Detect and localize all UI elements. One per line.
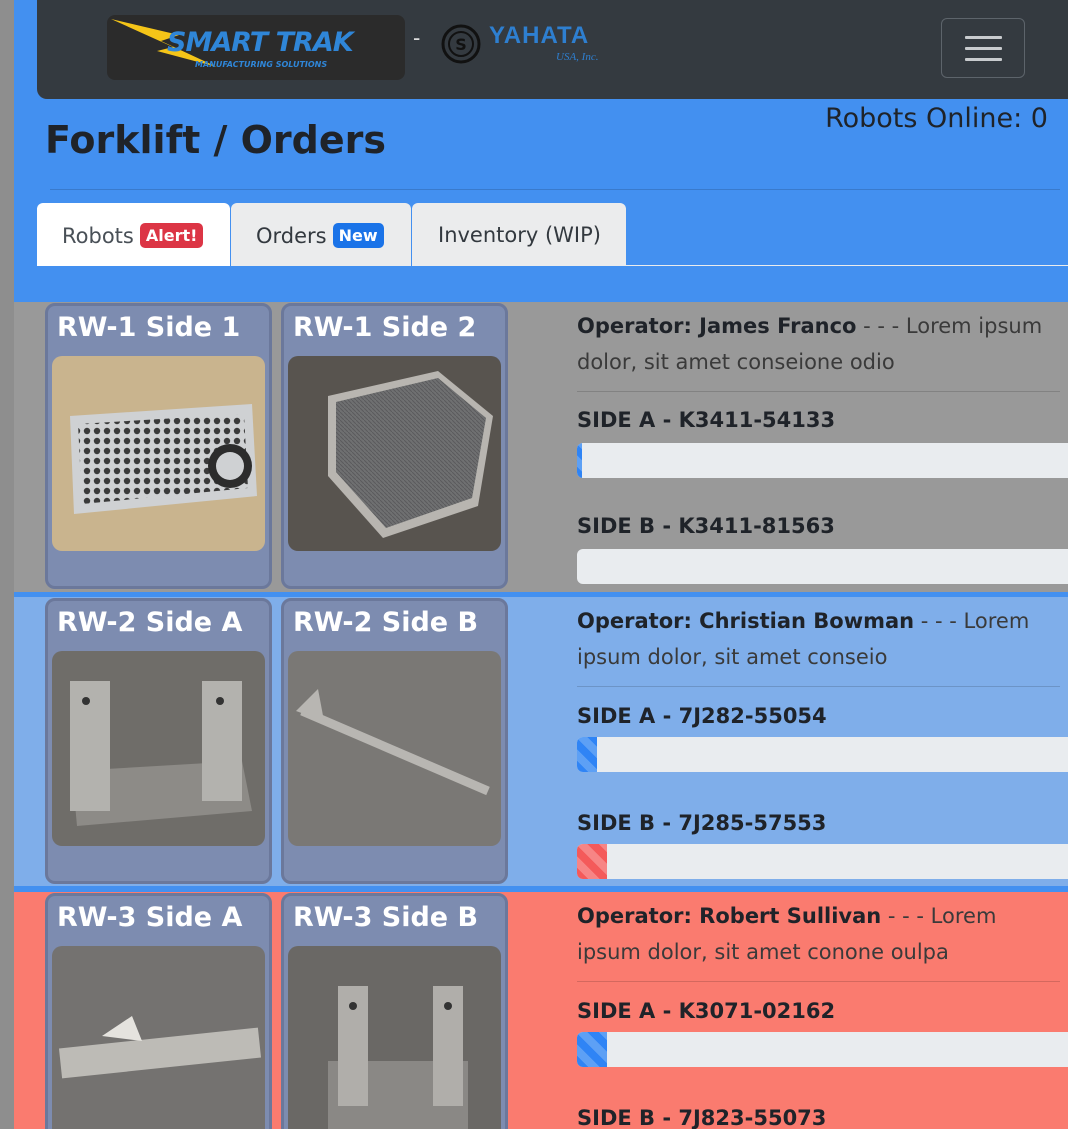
side-b-progress-bar — [577, 844, 1068, 879]
side-b-label: SIDE B - 7J285-57553 — [577, 811, 827, 835]
operator-label: Operator: Christian Bowman — [577, 609, 915, 633]
side-b-label: SIDE B - K3411-81563 — [577, 514, 835, 538]
side-a-progress-bar — [577, 443, 1068, 478]
robot-card[interactable]: RW-1 Side 2 — [281, 303, 508, 589]
progress-fill — [577, 443, 582, 478]
hamburger-icon — [965, 36, 1002, 39]
robot-card[interactable]: RW-3 Side A — [45, 893, 272, 1129]
yahata-logo-subtext: USA, Inc. — [556, 51, 599, 63]
navbar: SMART TRAK MANUFACTURING SOLUTIONS - S Y… — [37, 0, 1068, 99]
page: SMART TRAK MANUFACTURING SOLUTIONS - S Y… — [14, 0, 1068, 1129]
tab-robots[interactable]: Robots Alert! — [37, 203, 230, 266]
divider — [577, 686, 1060, 687]
side-b-label: SIDE B - 7J823-55073 — [577, 1106, 827, 1129]
tab-orders[interactable]: Orders New — [231, 203, 411, 266]
part-image[interactable] — [288, 946, 501, 1129]
menu-toggle-button[interactable] — [941, 18, 1025, 78]
robot-info: Operator: James Franco - - - Lorem ipsum… — [577, 308, 1068, 584]
card-title: RW-1 Side 1 — [57, 312, 241, 343]
side-a-progress-bar — [577, 1032, 1068, 1067]
side-a-progress-bar — [577, 737, 1068, 772]
page-title: Forklift / Orders — [45, 118, 386, 162]
robot-info: Operator: Robert Sullivan - - - Lorem ip… — [577, 898, 1068, 1129]
logo-subtext: MANUFACTURING SOLUTIONS — [195, 60, 328, 69]
tab-label: Inventory (WIP) — [438, 223, 601, 247]
new-badge: New — [332, 223, 384, 248]
tab-label: Orders — [256, 224, 327, 248]
part-image[interactable] — [288, 651, 501, 846]
tab-inventory[interactable]: Inventory (WIP) — [412, 203, 626, 266]
robot-row: RW-3 Side A RW-3 Side B Operator: Robert… — [14, 892, 1068, 1129]
robot-card[interactable]: RW-2 Side A — [45, 598, 272, 884]
operator-label: Operator: James Franco — [577, 314, 857, 338]
svg-text:S: S — [455, 35, 467, 54]
logo-separator: - — [413, 25, 421, 50]
robot-card[interactable]: RW-3 Side B — [281, 893, 508, 1129]
robot-row: RW-1 Side 1 RW-1 Side 2 Operator: James … — [14, 302, 1068, 592]
progress-fill — [577, 1032, 607, 1067]
robots-online-status: Robots Online: 0 — [825, 103, 1048, 134]
part-image[interactable] — [52, 651, 265, 846]
card-title: RW-1 Side 2 — [293, 312, 477, 343]
divider — [577, 391, 1060, 392]
side-a-label: SIDE A - K3411-54133 — [577, 408, 836, 432]
alert-badge: Alert! — [139, 223, 204, 248]
card-title: RW-2 Side B — [293, 607, 479, 638]
logo-text: SMART TRAK — [167, 27, 354, 58]
card-title: RW-3 Side B — [293, 902, 479, 933]
hamburger-icon — [965, 58, 1002, 61]
yahata-logo-text: YAHATA — [489, 22, 590, 49]
robot-card[interactable]: RW-2 Side B — [281, 598, 508, 884]
yahata-seal-icon: S — [441, 24, 481, 64]
robot-info: Operator: Christian Bowman - - - Lorem i… — [577, 603, 1068, 879]
part-image[interactable] — [52, 946, 265, 1129]
left-edge-strip — [0, 0, 14, 1129]
side-a-label: SIDE A - K3071-02162 — [577, 999, 836, 1023]
divider — [50, 189, 1060, 190]
side-b-progress-bar — [577, 549, 1068, 584]
card-title: RW-3 Side A — [57, 902, 243, 933]
tab-label: Robots — [62, 224, 134, 248]
operator-label: Operator: Robert Sullivan — [577, 904, 882, 928]
card-title: RW-2 Side A — [57, 607, 243, 638]
operator-text: Operator: Robert Sullivan - - - Lorem ip… — [577, 898, 1068, 970]
operator-text: Operator: Christian Bowman - - - Lorem i… — [577, 603, 1068, 675]
tab-underline — [626, 265, 1068, 266]
progress-fill — [577, 737, 597, 772]
hamburger-icon — [965, 47, 1002, 50]
smart-trak-logo[interactable]: SMART TRAK MANUFACTURING SOLUTIONS — [107, 15, 405, 80]
operator-text: Operator: James Franco - - - Lorem ipsum… — [577, 308, 1068, 380]
part-image[interactable] — [288, 356, 501, 551]
robot-row: RW-2 Side A RW-2 Side B Operator: Christ… — [14, 597, 1068, 886]
divider — [577, 981, 1060, 982]
part-image[interactable] — [52, 356, 265, 551]
robot-card[interactable]: RW-1 Side 1 — [45, 303, 272, 589]
progress-fill — [577, 844, 607, 879]
side-a-label: SIDE A - 7J282-55054 — [577, 704, 827, 728]
